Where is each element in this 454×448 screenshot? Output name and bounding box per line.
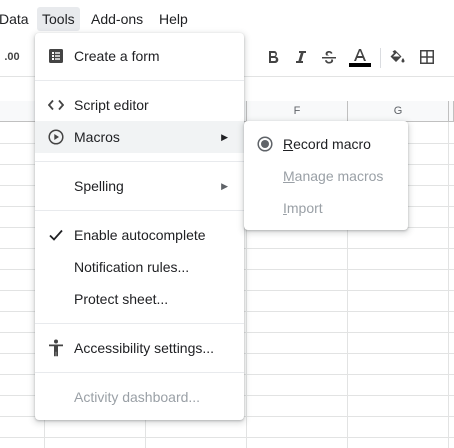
menu-item-label: Spelling: [74, 178, 124, 194]
menu-item-record-macro[interactable]: Record macro: [244, 128, 408, 160]
text-color-button[interactable]: [348, 46, 372, 68]
grid-line: [448, 122, 449, 448]
column-header-g[interactable]: G: [348, 101, 449, 122]
menu-item-notification-rules[interactable]: Notification rules...: [35, 251, 244, 283]
menu-item-spelling[interactable]: Spelling ▶: [35, 170, 244, 202]
radio-icon: [256, 135, 274, 153]
menu-help[interactable]: Help: [154, 7, 193, 31]
menu-item-macros[interactable]: Macros ▶: [35, 121, 244, 153]
menu-tools[interactable]: Tools: [37, 7, 80, 31]
menu-item-import: Import: [244, 192, 408, 224]
menu-divider: [35, 372, 244, 373]
borders-icon: [420, 50, 434, 64]
menu-item-accessibility-settings[interactable]: Accessibility settings...: [35, 332, 244, 364]
menu-item-label: Notification rules...: [74, 259, 190, 275]
menu-item-label: Script editor: [74, 97, 149, 113]
menu-item-activity-dashboard: Activity dashboard...: [35, 381, 244, 413]
menu-item-label: Enable autocomplete: [74, 227, 206, 243]
bold-icon: [269, 51, 279, 64]
borders-button[interactable]: [416, 46, 438, 68]
paint-bucket-icon: [390, 50, 405, 63]
column-header[interactable]: [449, 101, 454, 122]
bold-button[interactable]: [262, 46, 284, 68]
accessibility-icon: [47, 339, 65, 357]
text-color-icon: [354, 48, 366, 61]
menu-item-script-editor[interactable]: Script editor: [35, 89, 244, 121]
submenu-arrow-icon: ▶: [221, 181, 228, 191]
menu-item-label: Record macro: [283, 128, 371, 160]
menu-data[interactable]: Data: [0, 7, 34, 31]
play-circle-icon: [47, 128, 65, 146]
form-icon: [47, 47, 65, 65]
strikethrough-button[interactable]: [318, 46, 340, 68]
menu-item-protect-sheet[interactable]: Protect sheet...: [35, 283, 244, 315]
text-color-swatch: [349, 62, 371, 67]
fill-color-button[interactable]: [386, 46, 408, 68]
menu-item-label-rest: mport: [286, 200, 323, 216]
column-header-f[interactable]: F: [247, 101, 348, 122]
menu-item-label-rest: ecord macro: [293, 136, 371, 152]
menu-divider: [35, 210, 244, 211]
menu-item-label: Import: [283, 192, 323, 224]
code-icon: [47, 96, 65, 114]
menu-divider: [35, 80, 244, 81]
submenu-arrow-icon: ▶: [221, 132, 228, 142]
mnemonic-letter: M: [283, 168, 295, 184]
macros-submenu: Record macro Manage macros Import: [244, 121, 408, 230]
strikethrough-icon: [322, 51, 336, 64]
menu-item-label-rest: anage macros: [294, 168, 384, 184]
menu-item-label: Create a form: [74, 48, 160, 64]
menu-divider: [35, 323, 244, 324]
toolbar-divider: [380, 48, 381, 68]
menu-item-enable-autocomplete[interactable]: Enable autocomplete: [35, 219, 244, 251]
check-icon: [47, 226, 65, 244]
menu-item-manage-macros: Manage macros: [244, 160, 408, 192]
menu-item-label: Activity dashboard...: [74, 389, 201, 405]
menu-item-label: Macros: [74, 129, 120, 145]
menu-item-create-a-form[interactable]: Create a form: [35, 40, 244, 72]
menu-divider: [35, 161, 244, 162]
menu-add-ons[interactable]: Add-ons: [86, 7, 148, 31]
menu-item-label: Manage macros: [283, 160, 383, 192]
menu-item-label: Accessibility settings...: [74, 340, 215, 356]
mnemonic-letter: R: [283, 136, 294, 152]
decimal-label: .00: [4, 51, 20, 63]
increase-decimal-button[interactable]: .00: [0, 46, 24, 68]
tools-menu: Create a form Script editor Macros ▶ Spe…: [35, 33, 244, 420]
italic-button[interactable]: [290, 46, 312, 68]
italic-icon: [296, 51, 306, 63]
menu-item-label: Protect sheet...: [74, 291, 169, 307]
grid-line: [0, 437, 454, 438]
